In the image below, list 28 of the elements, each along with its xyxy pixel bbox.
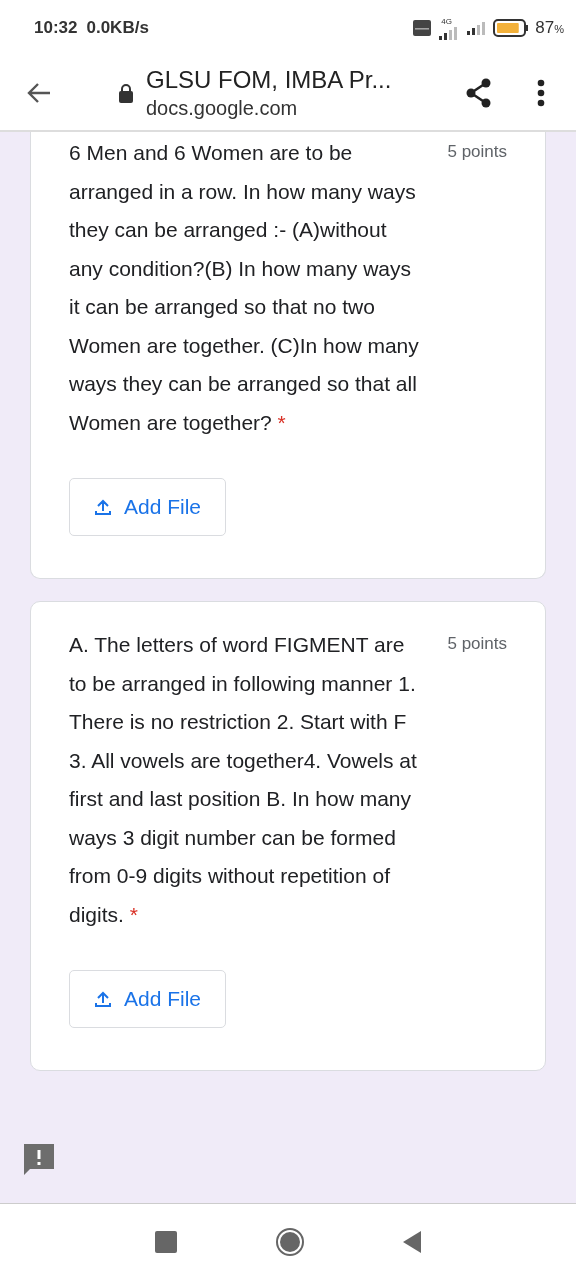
network-type: 4G <box>441 16 452 26</box>
clock-time: 10:32 <box>34 18 78 38</box>
upload-icon <box>94 990 112 1008</box>
back-button[interactable] <box>401 1230 423 1254</box>
signal-icon <box>465 21 488 35</box>
share-icon[interactable] <box>465 78 493 108</box>
battery-percent: 87% <box>535 18 564 38</box>
back-arrow-icon[interactable] <box>26 82 52 104</box>
page-url: docs.google.com <box>146 96 299 121</box>
page-title: GLSU FOM, IMBA Pr... <box>146 65 393 95</box>
upload-icon <box>94 498 112 516</box>
add-file-button[interactable]: Add File <box>69 478 227 536</box>
network-speed: 0.0KB/s <box>86 18 149 38</box>
more-options-icon[interactable] <box>537 79 545 107</box>
signal-icon <box>437 25 460 40</box>
feedback-icon[interactable] <box>22 1142 56 1176</box>
lock-icon <box>118 83 134 103</box>
home-button[interactable] <box>275 1227 305 1257</box>
points-label: 5 points <box>447 633 507 654</box>
question-text: 6 Men and 6 Women are to be arranged in a row. In how many ways they can be arranged :- (A)without any condition?(B) In how many ways it can be arranged so that no two Women are together. (C)In how many ways they can be arranged so that all Women are together? * <box>69 140 420 436</box>
battery-icon <box>493 19 530 37</box>
required-asterisk: * <box>277 410 286 434</box>
add-file-button[interactable]: Add File <box>69 970 227 1028</box>
recents-button[interactable] <box>153 1229 179 1255</box>
required-asterisk: * <box>129 902 138 926</box>
volte-icon <box>413 20 432 36</box>
points-label: 5 points <box>447 141 507 162</box>
question-text: A. The letters of word FIGMENT are to be arranged in following manner 1. There is no restriction 2. Start with F 3. All vowels are together4. Vowels at first and last position B. In how many ways 3 digit number can be formed from 0-9 digits without repetition of digits. * <box>69 632 418 928</box>
